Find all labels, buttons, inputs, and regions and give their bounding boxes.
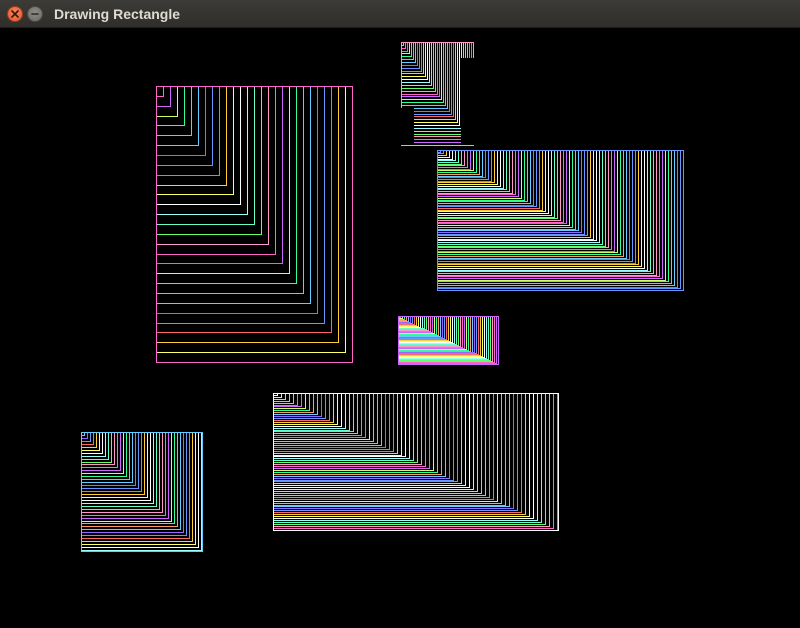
window-title: Drawing Rectangle bbox=[54, 6, 181, 22]
nested-rectangle bbox=[81, 432, 151, 501]
nested-rectangle bbox=[81, 432, 109, 460]
nested-rectangle bbox=[273, 393, 398, 454]
nested-rectangle bbox=[437, 150, 585, 235]
nested-rectangle bbox=[81, 432, 127, 477]
close-button[interactable] bbox=[7, 6, 23, 22]
nested-rectangle bbox=[156, 86, 318, 314]
rect-group-5 bbox=[81, 432, 203, 552]
rect-group-4 bbox=[273, 393, 559, 531]
nested-rectangle bbox=[401, 42, 420, 69]
nested-rectangle bbox=[401, 42, 408, 52]
nested-rectangle bbox=[401, 42, 448, 109]
nested-rectangle bbox=[156, 86, 304, 294]
rect-group-3 bbox=[398, 316, 499, 365]
rectangle-drawing bbox=[81, 42, 684, 552]
nested-rectangle bbox=[156, 86, 290, 274]
drawing-canvas bbox=[0, 28, 800, 628]
nested-rectangle bbox=[156, 86, 220, 176]
nested-rectangle bbox=[273, 393, 470, 488]
nested-rectangle bbox=[273, 393, 358, 434]
nested-rectangle bbox=[156, 86, 234, 195]
nested-rectangle bbox=[156, 86, 276, 255]
nested-rectangle bbox=[81, 432, 187, 536]
nested-rectangle bbox=[437, 150, 645, 269]
nested-rectangle bbox=[81, 432, 157, 507]
nested-rectangle bbox=[401, 42, 436, 92]
nested-rectangle bbox=[273, 393, 286, 400]
app-window: Drawing Rectangle bbox=[0, 0, 800, 628]
nested-rectangle bbox=[156, 86, 332, 333]
nested-rectangle bbox=[81, 432, 193, 542]
rect-group-1 bbox=[156, 86, 353, 363]
nested-rectangle bbox=[156, 86, 178, 117]
nested-rectangle bbox=[81, 432, 97, 448]
nested-rectangle bbox=[273, 393, 374, 442]
rect-group-2 bbox=[437, 150, 684, 291]
nested-rectangle bbox=[156, 86, 192, 136]
nested-rectangle bbox=[156, 86, 164, 97]
title-bar[interactable]: Drawing Rectangle bbox=[0, 0, 800, 28]
clipped-region bbox=[461, 58, 474, 145]
nested-rectangle bbox=[81, 432, 133, 483]
nested-rectangle bbox=[81, 432, 169, 519]
minimize-button[interactable] bbox=[27, 6, 43, 22]
close-icon bbox=[11, 10, 19, 18]
clipped-region bbox=[401, 108, 414, 145]
minimize-icon bbox=[31, 13, 39, 15]
nested-rectangle bbox=[81, 432, 91, 442]
nested-rectangle bbox=[156, 86, 262, 235]
